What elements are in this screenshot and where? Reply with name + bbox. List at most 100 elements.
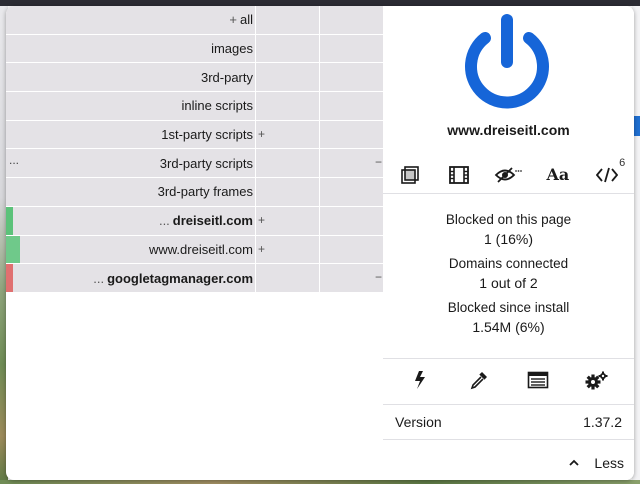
firewall-cell-label[interactable]: ... googletagmanager.com: [6, 264, 256, 292]
zapper-button[interactable]: [404, 365, 436, 395]
more-dots: ...: [9, 153, 20, 168]
firewall-row[interactable]: www.dreiseitl.com +: [6, 235, 383, 265]
firewall-cell-global[interactable]: [256, 92, 320, 120]
main-panel: www.dreiseitl.com Aa 6 Blocked on this p…: [383, 6, 634, 480]
row-label: 1st-party scripts: [161, 127, 253, 143]
plus-icon: +: [258, 241, 266, 256]
stat-label: Blocked on this page: [445, 212, 572, 227]
power-button[interactable]: [461, 10, 553, 110]
row-label: dreiseitl.com: [172, 213, 253, 229]
version-label: Version: [395, 414, 442, 430]
request-count-bar: [6, 264, 13, 292]
firewall-cell-label[interactable]: 1st-party scripts: [6, 120, 256, 149]
chevron-up-icon: [569, 459, 580, 466]
firewall-row[interactable]: 3rd-party frames: [6, 178, 383, 207]
firewall-row[interactable]: inline scripts: [6, 92, 383, 121]
firewall-cell-local[interactable]: [320, 206, 383, 235]
firewall-cell-local[interactable]: [320, 34, 383, 63]
firewall-cell-global[interactable]: [256, 178, 320, 206]
firewall-pane: + all images 3rd-party inline scripts 1s…: [6, 6, 383, 293]
logger-button[interactable]: [522, 365, 554, 395]
version-row: Version 1.37.2: [383, 404, 634, 440]
stat-label: Domains connected: [448, 256, 569, 271]
less-button[interactable]: Less: [383, 446, 634, 480]
firewall-cell-local[interactable]: [320, 178, 383, 206]
firewall-cell-label[interactable]: images: [6, 34, 256, 63]
media-icon: [449, 165, 469, 184]
firewall-row[interactable]: images: [6, 34, 383, 64]
minus-icon: −: [374, 155, 382, 170]
firewall-cell-global[interactable]: [256, 149, 320, 178]
lightning-icon: [415, 370, 426, 389]
scripts-count-badge: 6: [619, 156, 626, 169]
firewall-row[interactable]: + all: [6, 6, 383, 35]
stat-value: 1 out of 2: [479, 275, 538, 291]
firewall-row[interactable]: ... dreiseitl.com +: [6, 206, 383, 236]
row-prefix: ...: [158, 213, 170, 229]
firewall-cell-local[interactable]: [320, 6, 383, 34]
firewall-cell-label[interactable]: + all: [6, 6, 256, 34]
request-count-bar: [6, 206, 13, 235]
stat-value: 1.54M (6%): [472, 319, 545, 335]
firewall-row[interactable]: ... 3rd-party scripts −: [6, 149, 383, 179]
quick-tools-toolbar: Aa 6: [383, 156, 634, 194]
row-label: 3rd-party frames: [157, 184, 253, 200]
row-label: inline scripts: [181, 98, 253, 114]
font-icon: Aa: [546, 165, 570, 184]
firewall-cell-global[interactable]: +: [256, 120, 320, 149]
firewall-cell-label[interactable]: ... dreiseitl.com: [6, 206, 256, 235]
logger-icon: [527, 371, 549, 388]
font-toggle-button[interactable]: Aa: [542, 160, 574, 190]
row-label: 3rd-party: [200, 69, 253, 85]
firewall-cell-local[interactable]: −: [320, 264, 383, 292]
firewall-cell-local[interactable]: [320, 63, 383, 92]
power-icon: [465, 14, 549, 109]
scripts-icon: [596, 167, 619, 182]
row-label: 3rd-party scripts: [159, 155, 253, 171]
ublock-popup: + all images 3rd-party inline scripts 1s…: [6, 6, 634, 480]
firewall-cell-label[interactable]: 3rd-party: [6, 63, 256, 92]
settings-icon: [585, 371, 608, 389]
picker-button[interactable]: [463, 365, 495, 395]
row-prefix: ...: [93, 270, 105, 286]
firewall-cell-local[interactable]: [320, 92, 383, 120]
eyedropper-icon: [470, 371, 488, 389]
request-count-bar: [6, 235, 20, 264]
row-label: www.dreiseitl.com: [148, 241, 253, 257]
dashboard-button[interactable]: [581, 365, 613, 395]
plus-icon: +: [258, 212, 266, 227]
firewall-cell-global[interactable]: [256, 34, 320, 63]
cosmetic-filter-icon: [495, 166, 523, 183]
firewall-cell-label[interactable]: www.dreiseitl.com: [6, 235, 256, 264]
plus-icon: +: [258, 126, 266, 141]
firewall-cell-local[interactable]: [320, 235, 383, 264]
stats-section: Blocked on this page 1 (16%) Domains con…: [383, 211, 634, 343]
firewall-cell-label[interactable]: inline scripts: [6, 92, 256, 120]
media-toggle-button[interactable]: [443, 160, 475, 190]
firewall-row[interactable]: 3rd-party: [6, 63, 383, 93]
firewall-cell-local[interactable]: −: [320, 149, 383, 178]
stat-value: 1 (16%): [483, 231, 534, 247]
tools-toolbar: [383, 358, 634, 400]
cosmetic-filter-button[interactable]: [492, 160, 524, 190]
firewall-row[interactable]: 1st-party scripts +: [6, 120, 383, 150]
firewall-cell-label[interactable]: ... 3rd-party scripts: [6, 149, 256, 178]
firewall-cell-label[interactable]: 3rd-party frames: [6, 178, 256, 206]
minus-icon: −: [374, 270, 382, 285]
element-picker-button[interactable]: [394, 160, 426, 190]
row-prefix: +: [229, 12, 237, 28]
scripts-toggle-button[interactable]: 6: [591, 156, 626, 190]
firewall-cell-global[interactable]: [256, 264, 320, 292]
firewall-cell-global[interactable]: +: [256, 206, 320, 235]
stat-label: Blocked since install: [447, 300, 570, 315]
firewall-cell-global[interactable]: [256, 63, 320, 92]
page-background-accent: [634, 116, 640, 136]
firewall-cell-global[interactable]: +: [256, 235, 320, 264]
page-hostname: www.dreiseitl.com: [447, 122, 570, 138]
page-background-bottom: [0, 480, 640, 484]
firewall-cell-global[interactable]: [256, 6, 320, 34]
firewall-row[interactable]: ... googletagmanager.com −: [6, 264, 383, 293]
firewall-cell-local[interactable]: [320, 120, 383, 149]
less-label: Less: [594, 455, 624, 471]
row-label: images: [211, 41, 253, 57]
